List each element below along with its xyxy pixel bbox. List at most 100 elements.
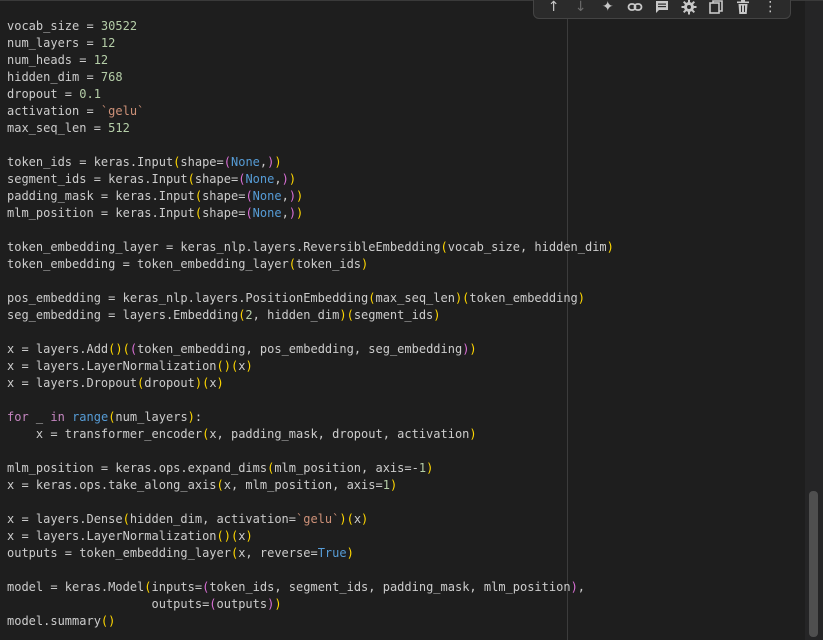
- mirror-cell-icon[interactable]: [703, 0, 730, 18]
- code-token: (: [223, 155, 231, 169]
- code-token: vocab_size =: [7, 19, 101, 33]
- code-token: x = layers.Dense: [7, 512, 123, 526]
- code-token: _: [28, 410, 51, 424]
- gemini-sparkle-icon[interactable]: ✦: [594, 0, 621, 18]
- code-token: )(: [339, 512, 354, 526]
- code-token: (: [194, 206, 203, 220]
- code-token: ): [389, 478, 398, 492]
- code-token: token_embedding_layer = keras_nlp.layers…: [7, 240, 441, 254]
- code-line: max_seq_len = 512: [7, 120, 614, 137]
- code-token: None: [245, 172, 275, 186]
- code-area[interactable]: vocab_size = 30522 num_layers = 12 num_hea…: [7, 18, 614, 630]
- code-token: x, reverse=: [238, 546, 318, 560]
- code-token: token_embedding, pos_embedding, seg_embe…: [137, 342, 463, 356]
- code-token: 1: [382, 478, 390, 492]
- code-token: segment_ids: [353, 308, 434, 322]
- gear-icon[interactable]: [676, 0, 703, 18]
- code-token: None: [252, 206, 282, 220]
- code-token: range: [72, 410, 109, 424]
- move-cell-up-icon[interactable]: ↑: [540, 0, 567, 18]
- code-token: for: [7, 410, 29, 424]
- code-line: outputs=(outputs)): [7, 596, 614, 613]
- code-line: pos_embedding = keras_nlp.layers.Positio…: [7, 290, 614, 307]
- code-token: ): [296, 189, 304, 203]
- code-token: (: [216, 478, 224, 492]
- code-token: ): [361, 512, 369, 526]
- code-token: outputs=: [7, 597, 210, 611]
- code-token: max_seq_len =: [7, 121, 109, 135]
- code-token: ): [570, 580, 578, 594]
- code-token: padding_mask = keras.Input: [7, 189, 195, 203]
- code-token: )(: [339, 308, 354, 322]
- link-icon[interactable]: [621, 0, 648, 18]
- code-token: ): [245, 359, 253, 373]
- code-token: (: [440, 240, 448, 254]
- code-line: seg_embedding = layers.Embedding(2, hidd…: [7, 307, 614, 324]
- code-token: 30522: [100, 19, 138, 33]
- code-token: num_layers: [115, 410, 188, 424]
- comment-icon[interactable]: [648, 0, 675, 18]
- trash-icon[interactable]: [730, 0, 757, 18]
- code-token: x: [353, 512, 362, 526]
- code-token: shape=: [202, 206, 246, 220]
- code-token: hidden_dim, activation=: [129, 512, 296, 526]
- code-token: :: [194, 410, 203, 424]
- code-token: (: [209, 597, 217, 611]
- code-token: shape=: [194, 172, 239, 186]
- code-token: num_layers =: [7, 36, 101, 50]
- code-token: x = transformer_encoder: [7, 427, 203, 441]
- code-token: in: [50, 410, 65, 424]
- code-line: dropout = 0.1: [7, 86, 614, 103]
- code-token: segment_ids = keras.Input: [7, 172, 188, 186]
- code-token: mlm_position = keras.ops.expand_dims: [7, 461, 268, 475]
- code-token: (: [245, 206, 253, 220]
- code-token: ): [469, 427, 477, 441]
- code-token: (: [129, 342, 138, 356]
- code-token: x: [209, 376, 217, 390]
- code-token: inputs=: [151, 580, 203, 594]
- code-token: (: [288, 257, 296, 271]
- code-token: ()(: [216, 359, 239, 373]
- code-token: x, mlm_position, axis=: [223, 478, 383, 492]
- code-token: max_seq_len: [375, 291, 455, 305]
- code-line: model.summary(): [7, 613, 614, 630]
- code-token: token_ids, segment_ids, padding_mask, ml…: [209, 580, 571, 594]
- code-line: hidden_dim = 768: [7, 69, 614, 86]
- code-token: None: [231, 155, 260, 169]
- code-token: (: [144, 580, 152, 594]
- code-line: token_embedding = token_embedding_layer(…: [7, 256, 614, 273]
- code-token: (): [100, 614, 116, 628]
- code-token: model.summary: [7, 614, 101, 628]
- code-token: 2: [245, 308, 253, 322]
- code-token: ): [577, 291, 586, 305]
- vertical-scrollbar-thumb[interactable]: [809, 491, 818, 637]
- code-token: (: [122, 512, 130, 526]
- code-token: x = keras.ops.take_along_axis: [7, 478, 217, 492]
- code-token: token_embedding = token_embedding_layer: [7, 257, 289, 271]
- code-token: shape=: [202, 189, 246, 203]
- code-token: num_heads =: [7, 53, 94, 67]
- code-token: hidden_dim =: [7, 70, 101, 84]
- code-token: token_embedding: [469, 291, 578, 305]
- code-token: mlm_position, axis=-: [274, 461, 419, 475]
- code-token: 1: [418, 461, 427, 475]
- code-cell-editor[interactable]: vocab_size = 30522 num_layers = 12 num_hea…: [0, 0, 823, 640]
- code-token: token_ids = keras.Input: [7, 155, 174, 169]
- code-token: ): [274, 597, 282, 611]
- code-token: None: [252, 189, 282, 203]
- more-options-icon[interactable]: ⋮: [757, 0, 784, 18]
- code-token: ): [433, 308, 441, 322]
- code-token: x = layers.LayerNormalization: [7, 359, 217, 373]
- code-token: ): [288, 206, 297, 220]
- code-token: ): [288, 189, 297, 203]
- code-token: dropout =: [7, 87, 80, 101]
- move-cell-down-icon[interactable]: ↓: [567, 0, 594, 18]
- code-token: 768: [100, 70, 123, 84]
- code-token: ()(: [216, 529, 239, 543]
- code-line: vocab_size = 30522: [7, 18, 614, 35]
